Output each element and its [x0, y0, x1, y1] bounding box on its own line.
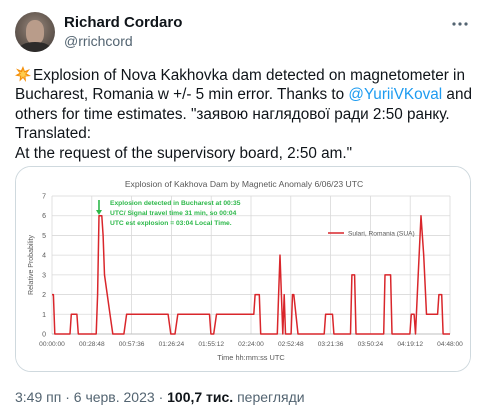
x-tick-label: 03:21:36: [318, 341, 344, 348]
tweet-text-segment: Bucharest, Romania w +/- 5 min error. Th…: [15, 86, 349, 104]
x-tick-label: 00:28:48: [79, 341, 105, 348]
author-handle[interactable]: @rrichcord: [64, 33, 133, 49]
y-tick-label: 5: [42, 233, 46, 240]
chart-title: Explosion of Kakhova Dam by Magnetic Ano…: [125, 179, 363, 189]
y-axis-title: Relative Probability: [28, 235, 35, 295]
y-tick-label: 0: [42, 332, 46, 339]
more-options-icon[interactable]: [450, 14, 470, 34]
tweet-text-segment: and: [442, 86, 472, 104]
annotation-text: UTC/ Signal travel time 31 min, so 00:04: [110, 210, 237, 217]
x-tick-label: 04:48:00: [437, 341, 463, 348]
magnetometer-chart: Explosion of Kakhova Dam by Magnetic Ano…: [16, 167, 470, 371]
y-tick-label: 7: [42, 194, 46, 201]
tweet-date[interactable]: 6 черв. 2023: [74, 389, 155, 405]
avatar-shirt: [19, 42, 51, 52]
x-axis-title: Time hh:mm:ss UTC: [217, 353, 285, 362]
x-tick-label: 01:26:24: [159, 341, 185, 348]
y-tick-label: 6: [42, 213, 46, 220]
tweet-text-segment: others for time estimates. "заявою нагля…: [15, 105, 450, 123]
x-tick-label: 04:19:12: [397, 341, 423, 348]
x-tick-label: 03:50:24: [358, 341, 384, 348]
y-tick-label: 2: [42, 292, 46, 299]
meta-separator: ·: [65, 389, 70, 405]
y-tick-label: 3: [42, 272, 46, 279]
collision-icon: [15, 66, 31, 82]
avatar[interactable]: [15, 12, 55, 52]
tweet-text-line: Translated:: [15, 124, 471, 143]
tweet-text-segment: At the request of the supervisory board,…: [15, 144, 353, 162]
avatar-face: [26, 20, 44, 44]
tweet-text-segment: Explosion of Nova Kakhovka dam detected …: [33, 67, 465, 84]
tweet-text-segment: Translated:: [15, 125, 91, 143]
meta-separator: ·: [158, 389, 164, 405]
mention-link[interactable]: @YuriiVKoval: [348, 86, 442, 103]
tweet-time[interactable]: 3:49 пп: [15, 389, 61, 405]
annotation-text: Explosion detected in Bucharest at 00:35: [110, 200, 241, 207]
tweet: Richard Cordaro @rrichcord Explosion of …: [0, 0, 481, 415]
views-count: 100,7 тис.: [167, 389, 234, 405]
y-tick-label: 4: [42, 253, 46, 260]
legend-label: Sulari, Romania (SUA): [348, 231, 415, 238]
x-tick-label: 00:00:00: [39, 341, 65, 348]
tweet-text-line: others for time estimates. "заявою нагля…: [15, 105, 471, 124]
tweet-meta: 3:49 пп · 6 черв. 2023 · 100,7 тис. пере…: [15, 389, 305, 405]
x-tick-label: 02:52:48: [278, 341, 304, 348]
tweet-text-line: Bucharest, Romania w +/- 5 min error. Th…: [15, 85, 472, 104]
annotation-text: UTC est explosion = 03:04 Local Time.: [110, 220, 232, 227]
views-label: перегляди: [237, 389, 305, 405]
tweet-text-line: At the request of the supervisory board,…: [15, 144, 471, 163]
tweet-text: Explosion of Nova Kakhovka dam detected …: [15, 66, 472, 163]
y-tick-label: 1: [42, 312, 46, 319]
tweet-text-line: Explosion of Nova Kakhovka dam detected …: [15, 66, 471, 85]
x-tick-label: 02:24:00: [238, 341, 264, 348]
x-tick-label: 01:55:12: [198, 341, 224, 348]
x-tick-label: 00:57:36: [119, 341, 145, 348]
tweet-media-chart[interactable]: Explosion of Kakhova Dam by Magnetic Ano…: [15, 166, 471, 372]
author-display-name[interactable]: Richard Cordaro: [64, 14, 182, 31]
